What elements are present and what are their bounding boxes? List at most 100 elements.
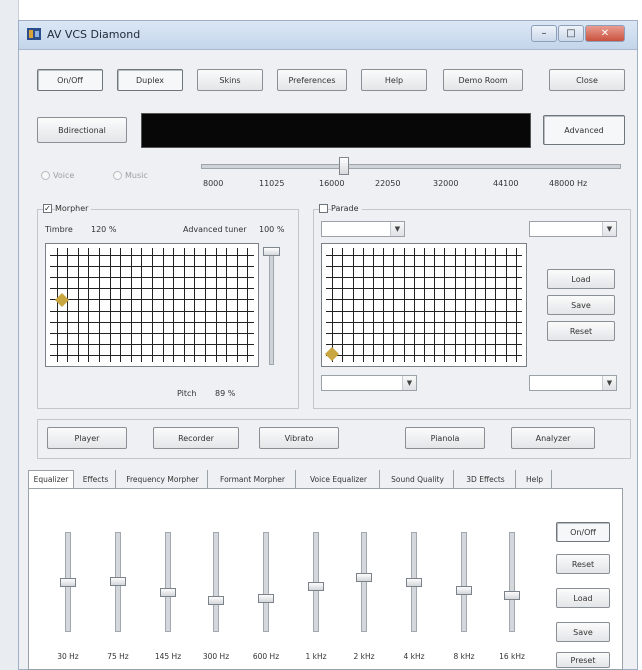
tab-voice-equalizer[interactable]: Voice Equalizer bbox=[298, 470, 380, 488]
tab-label: Formant Morpher bbox=[220, 474, 285, 484]
analyzer-button[interactable]: Analyzer bbox=[511, 427, 595, 449]
eq-slider-track[interactable] bbox=[509, 532, 515, 632]
eq-band-label: 75 Hz bbox=[107, 652, 129, 661]
eq-slider-thumb[interactable] bbox=[308, 582, 324, 591]
eq-reset-button[interactable]: Reset bbox=[556, 554, 610, 574]
parade-bottom-right-combo[interactable]: ▼ bbox=[529, 375, 617, 391]
left-desktop-strip bbox=[0, 0, 19, 670]
parade-bottom-left-combo[interactable]: ▼ bbox=[321, 375, 417, 391]
save-button[interactable]: Save bbox=[547, 295, 615, 315]
tab-help[interactable]: Help bbox=[518, 470, 552, 488]
tab-sound-quality[interactable]: Sound Quality bbox=[382, 470, 454, 488]
morpher-label: Morpher bbox=[55, 204, 92, 213]
recorder-label: Recorder bbox=[178, 433, 214, 443]
demo-room-label: Demo Room bbox=[458, 75, 508, 85]
tab-effects[interactable]: Effects bbox=[76, 470, 116, 488]
dropdown-arrow-icon: ▼ bbox=[390, 222, 404, 236]
tab-3d-effects[interactable]: 3D Effects bbox=[456, 470, 516, 488]
demo-room-button[interactable]: Demo Room bbox=[443, 69, 523, 91]
eq-band-label: 4 kHz bbox=[403, 652, 425, 661]
on-off-button[interactable]: On/Off bbox=[37, 69, 103, 91]
tab-label: Voice Equalizer bbox=[310, 474, 367, 484]
vibrato-label: Vibrato bbox=[284, 433, 314, 443]
maximize-button[interactable]: □ bbox=[558, 25, 584, 42]
eq-band-label: 145 Hz bbox=[154, 652, 182, 661]
grid-marker-icon[interactable] bbox=[325, 347, 339, 361]
voice-radio-label: Voice bbox=[53, 171, 75, 180]
tab-formant-morpher[interactable]: Formant Morpher bbox=[210, 470, 296, 488]
voice-radio[interactable] bbox=[41, 171, 50, 180]
close-window-button[interactable]: ✕ bbox=[585, 25, 625, 42]
tab-frequency-morpher[interactable]: Frequency Morpher bbox=[118, 470, 208, 488]
minimize-icon: – bbox=[541, 28, 547, 39]
eq-slider-thumb[interactable] bbox=[208, 596, 224, 605]
morpher-checkbox[interactable]: ✓ bbox=[43, 204, 52, 213]
scale-label: 16000 bbox=[319, 179, 345, 188]
advanced-tuner-slider-thumb[interactable] bbox=[263, 247, 280, 256]
eq-slider-track[interactable] bbox=[165, 532, 171, 632]
eq-on-off-label: On/Off bbox=[570, 527, 596, 537]
advanced-tuner-slider-track[interactable] bbox=[269, 253, 274, 365]
pitch-slider-track[interactable] bbox=[201, 164, 621, 169]
parade-grid[interactable] bbox=[321, 243, 527, 367]
eq-band-label: 600 Hz bbox=[252, 652, 280, 661]
eq-slider-thumb[interactable] bbox=[504, 591, 520, 600]
preferences-label: Preferences bbox=[288, 75, 336, 85]
eq-on-off-button[interactable]: On/Off bbox=[556, 522, 610, 542]
eq-slider-thumb[interactable] bbox=[456, 585, 472, 595]
parade-top-left-combo[interactable]: ▼ bbox=[321, 221, 405, 237]
skins-button[interactable]: Skins bbox=[197, 69, 263, 91]
eq-slider-thumb[interactable] bbox=[60, 578, 76, 587]
eq-slider-thumb[interactable] bbox=[356, 573, 372, 582]
eq-band-label: 30 Hz bbox=[57, 652, 79, 661]
eq-load-label: Load bbox=[573, 593, 593, 603]
duplex-button[interactable]: Duplex bbox=[117, 69, 183, 91]
load-label: Load bbox=[571, 274, 591, 284]
bidirectional-label: Bdirectional bbox=[58, 125, 106, 135]
parade-grid-canvas bbox=[325, 248, 522, 362]
eq-slider-track[interactable] bbox=[263, 532, 269, 632]
morpher-grid[interactable] bbox=[45, 243, 259, 367]
pianola-button[interactable]: Pianola bbox=[405, 427, 485, 449]
reset-button[interactable]: Reset bbox=[547, 321, 615, 341]
tab-label: Effects bbox=[82, 474, 109, 484]
eq-save-button[interactable]: Save bbox=[556, 622, 610, 642]
eq-slider-thumb[interactable] bbox=[160, 588, 176, 597]
load-button[interactable]: Load bbox=[547, 269, 615, 289]
bidirectional-button[interactable]: Bdirectional bbox=[37, 117, 127, 143]
dropdown-arrow-icon: ▼ bbox=[402, 376, 416, 390]
advanced-button[interactable]: Advanced bbox=[543, 115, 625, 145]
analyzer-label: Analyzer bbox=[535, 433, 571, 443]
vibrato-button[interactable]: Vibrato bbox=[259, 427, 339, 449]
title-bar[interactable]: AV VCS Diamond – □ ✕ bbox=[19, 21, 637, 50]
eq-load-button[interactable]: Load bbox=[556, 588, 610, 608]
advanced-tuner-label: Advanced tuner bbox=[183, 225, 247, 234]
dropdown-arrow-icon: ▼ bbox=[602, 376, 616, 390]
tab-equalizer[interactable]: Equalizer bbox=[28, 470, 74, 488]
eq-band-label: 16 kHz bbox=[499, 652, 525, 661]
preferences-button[interactable]: Preferences bbox=[277, 69, 347, 91]
eq-slider-track[interactable] bbox=[461, 532, 467, 632]
eq-band-label: 1 kHz bbox=[305, 652, 327, 661]
advanced-label: Advanced bbox=[564, 125, 604, 135]
eq-preset-button[interactable]: Preset bbox=[556, 652, 610, 668]
eq-slider-thumb[interactable] bbox=[406, 578, 422, 587]
tab-label: Equalizer bbox=[33, 475, 69, 484]
music-radio[interactable] bbox=[113, 171, 122, 180]
eq-preset-label: Preset bbox=[570, 655, 596, 665]
eq-slider-thumb[interactable] bbox=[110, 576, 126, 586]
tab-strip: Equalizer Effects Frequency Morpher Form… bbox=[28, 470, 623, 488]
player-button[interactable]: Player bbox=[47, 427, 127, 449]
eq-slider-thumb[interactable] bbox=[258, 594, 274, 603]
parade-checkbox[interactable] bbox=[319, 204, 328, 213]
scale-label: 32000 bbox=[433, 179, 459, 188]
eq-slider-track[interactable] bbox=[361, 532, 367, 632]
close-button[interactable]: Close bbox=[549, 69, 625, 91]
eq-slider-track[interactable] bbox=[213, 532, 219, 632]
parade-top-right-combo[interactable]: ▼ bbox=[529, 221, 617, 237]
help-button[interactable]: Help bbox=[361, 69, 427, 91]
minimize-button[interactable]: – bbox=[531, 25, 557, 42]
pitch-slider-thumb[interactable] bbox=[338, 157, 349, 175]
recorder-button[interactable]: Recorder bbox=[153, 427, 239, 449]
pitch-label: Pitch bbox=[177, 389, 197, 398]
